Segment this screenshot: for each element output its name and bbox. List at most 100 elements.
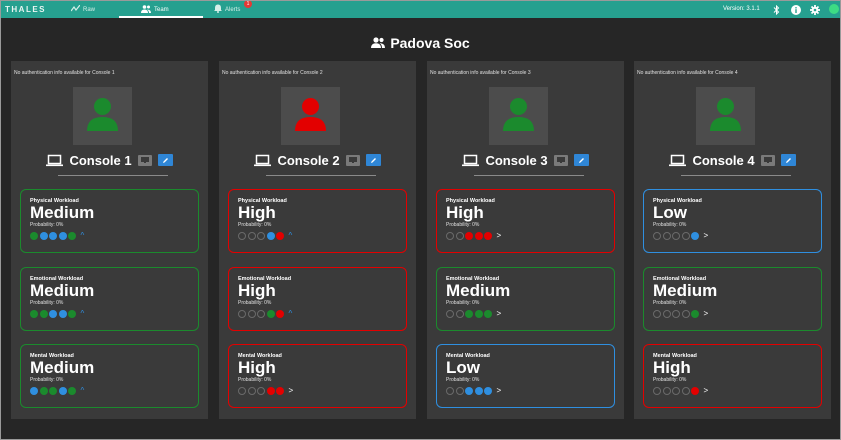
workload-card[interactable]: Physical Workload Low Probability: 0% >	[643, 189, 822, 253]
trend-next-icon: >	[496, 386, 502, 395]
history-dot	[39, 232, 48, 240]
edit-button[interactable]	[573, 154, 589, 166]
header-divider	[681, 175, 791, 176]
history-dot	[58, 387, 67, 395]
history-dots: ^	[238, 232, 292, 240]
auth-info-text: No authentication info available for Con…	[222, 70, 323, 76]
settings-gear-icon[interactable]	[809, 4, 820, 15]
history-dot	[653, 387, 661, 395]
info-icon[interactable]	[790, 4, 801, 15]
history-dot	[276, 387, 284, 395]
team-icon	[371, 35, 386, 51]
trend-up-icon: ^	[80, 386, 85, 395]
workload-card[interactable]: Emotional Workload Medium Probability: 0% >	[643, 267, 822, 331]
console-panel-2: No authentication info available for Con…	[219, 61, 416, 419]
trend-up-icon: ^	[288, 309, 293, 318]
screen-button[interactable]	[137, 154, 152, 166]
history-dot	[238, 232, 246, 240]
edit-button[interactable]	[157, 154, 173, 166]
workload-card[interactable]: Mental Workload Medium Probability: 0% ^	[20, 344, 199, 408]
workload-card[interactable]: Physical Workload High Probability: 0% >	[436, 189, 615, 253]
workload-card[interactable]: Physical Workload High Probability: 0% ^	[228, 189, 407, 253]
screen-icon	[348, 157, 357, 163]
workload-card[interactable]: Emotional Workload Medium Probability: 0% >	[436, 267, 615, 331]
probability-text: Probability: 0%	[30, 222, 64, 228]
workload-card[interactable]: Physical Workload Medium Probability: 0% ^	[20, 189, 199, 253]
header-divider	[266, 175, 376, 176]
trend-up-icon: ^	[80, 309, 85, 318]
tab-alerts[interactable]: Alerts	[214, 1, 240, 18]
history-dot	[691, 232, 699, 240]
workload-card[interactable]: Mental Workload Low Probability: 0% >	[436, 344, 615, 408]
console-name: Console 4	[692, 152, 755, 168]
history-dot	[49, 310, 57, 318]
screen-button[interactable]	[760, 154, 775, 166]
person-icon	[710, 98, 741, 131]
console-panel-4: No authentication info available for Con…	[634, 61, 831, 419]
history-dot	[474, 310, 483, 318]
connection-status-dot	[829, 4, 839, 14]
workload-card[interactable]: Emotional Workload High Probability: 0% ^	[228, 267, 407, 331]
screen-icon	[140, 157, 149, 163]
auth-info-text: No authentication info available for Con…	[637, 70, 738, 76]
history-dot	[455, 232, 464, 240]
history-dot	[49, 232, 57, 240]
workload-level: Medium	[446, 281, 511, 300]
console-name: Console 3	[485, 152, 548, 168]
workload-level: Low	[446, 358, 480, 377]
history-dot	[58, 232, 67, 240]
history-dots: >	[238, 387, 293, 395]
history-dot	[691, 387, 699, 395]
workload-level: Low	[653, 203, 687, 222]
probability-text: Probability: 0%	[238, 300, 272, 306]
laptop-icon	[669, 154, 687, 166]
history-dot	[257, 387, 265, 395]
screen-button[interactable]	[345, 154, 360, 166]
workload-card[interactable]: Mental Workload High Probability: 0% >	[643, 344, 822, 408]
console-header: Console 2	[219, 149, 416, 171]
history-dot	[49, 387, 57, 395]
history-dots: >	[446, 387, 501, 395]
auth-info-text: No authentication info available for Con…	[430, 70, 531, 76]
history-dot	[672, 232, 680, 240]
workload-card[interactable]: Mental Workload High Probability: 0% >	[228, 344, 407, 408]
history-dot	[257, 232, 265, 240]
pencil-icon	[162, 157, 168, 163]
console-name: Console 1	[69, 152, 132, 168]
pencil-icon	[370, 157, 376, 163]
workload-card[interactable]: Emotional Workload Medium Probability: 0% ^	[20, 267, 199, 331]
history-dot	[238, 310, 246, 318]
history-dot	[68, 232, 76, 240]
active-tab-indicator	[119, 16, 203, 18]
app-window: THALES Raw Team Alerts 1 Version: 3.1.1	[0, 0, 841, 440]
history-dot	[39, 310, 48, 318]
history-dot	[681, 310, 690, 318]
screen-icon	[556, 157, 565, 163]
console-panel-1: No authentication info available for Con…	[11, 61, 208, 419]
header-divider	[58, 175, 168, 176]
probability-text: Probability: 0%	[238, 222, 272, 228]
edit-button[interactable]	[365, 154, 381, 166]
bluetooth-icon[interactable]	[771, 4, 782, 15]
team-icon	[141, 4, 151, 15]
edit-button[interactable]	[780, 154, 796, 166]
auth-info-text: No authentication info available for Con…	[14, 70, 115, 76]
probability-text: Probability: 0%	[653, 222, 687, 228]
console-panel-3: No authentication info available for Con…	[427, 61, 624, 419]
workload-level: High	[238, 203, 276, 222]
screen-button[interactable]	[553, 154, 568, 166]
history-dots: ^	[30, 310, 84, 318]
history-dot	[474, 232, 483, 240]
history-dots: >	[653, 232, 708, 240]
workload-level: Medium	[30, 281, 95, 300]
history-dot	[465, 387, 473, 395]
workload-level: High	[446, 203, 484, 222]
trend-up-icon: ^	[80, 231, 85, 240]
page-title-text: Padova Soc	[390, 35, 470, 51]
history-dot	[653, 232, 661, 240]
history-dot	[68, 310, 76, 318]
history-dot	[30, 387, 38, 395]
history-dot	[266, 310, 275, 318]
tab-raw[interactable]: Raw	[70, 1, 95, 18]
trend-next-icon: >	[703, 231, 709, 240]
